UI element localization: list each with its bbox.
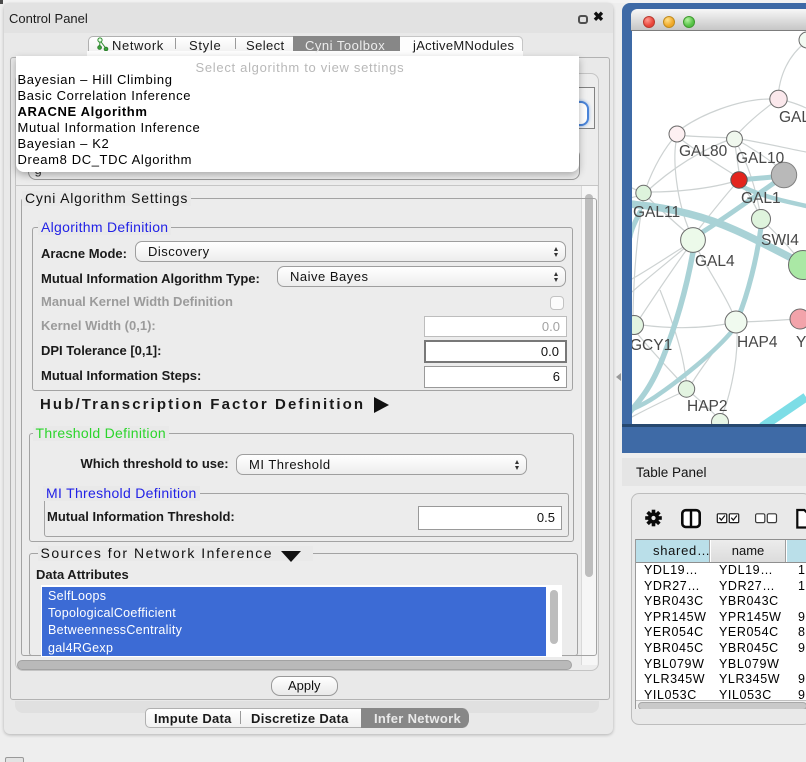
svg-text:SWI4: SWI4 (761, 232, 799, 249)
svg-text:HAP2: HAP2 (687, 398, 728, 415)
svg-text:HAP4: HAP4 (737, 334, 778, 351)
svg-text:GCY1: GCY1 (632, 337, 672, 354)
svg-text:GAL4: GAL4 (695, 253, 735, 270)
svg-text:GAL1: GAL1 (741, 190, 781, 207)
svg-text:GAL11: GAL11 (633, 204, 680, 221)
svg-text:GAL80: GAL80 (679, 143, 728, 160)
svg-text:YB: YB (796, 334, 806, 351)
svg-text:GAL2: GAL2 (779, 109, 806, 126)
svg-text:GAL10: GAL10 (736, 150, 785, 167)
